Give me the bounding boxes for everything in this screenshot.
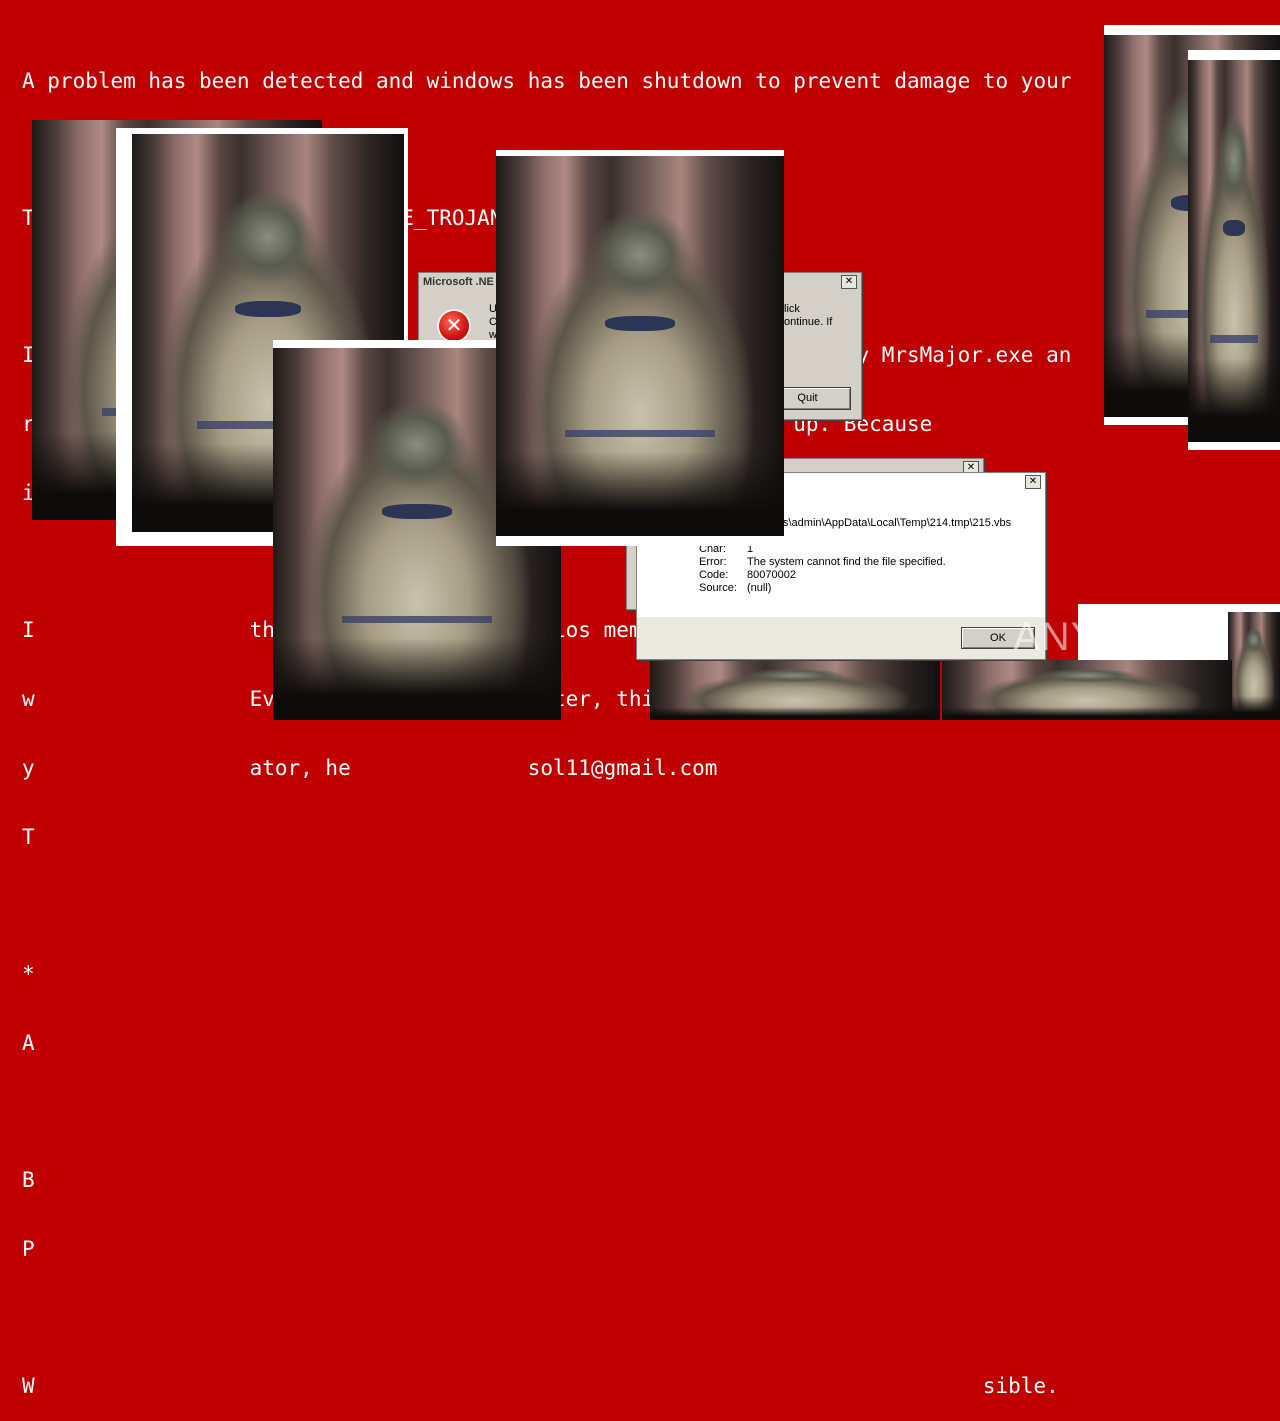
error-value: The system cannot find the file specifie… — [747, 556, 946, 568]
error-x-icon: ✕ — [439, 311, 469, 341]
watermark-right: RUN — [1140, 615, 1230, 659]
doll-photo — [1188, 50, 1280, 450]
source-value: (null) — [747, 582, 772, 594]
script-path: s\admin\AppData\Local\Temp\214.tmp\215.v… — [783, 517, 1012, 529]
close-icon[interactable]: ✕ — [1025, 475, 1041, 489]
bsod-line: B — [22, 1168, 35, 1192]
bsod-line: y ator, he sol11@gmail.com — [22, 756, 718, 780]
bsod-line: P — [22, 1237, 35, 1261]
watermark-left: ANY — [1013, 615, 1099, 659]
bsod-line: W sible. — [22, 1374, 1059, 1398]
bsod-line: A — [22, 1031, 35, 1055]
anyrun-watermark: ANY RUN — [1013, 615, 1230, 660]
play-icon — [1104, 621, 1135, 658]
bsod-line: A problem has been detected and windows … — [22, 69, 1072, 93]
doll-photo — [496, 150, 784, 546]
doll-photo — [650, 660, 940, 720]
source-label: Source: — [699, 582, 737, 594]
bsod-line: T — [22, 825, 35, 849]
code-label: Code: — [699, 569, 729, 581]
doll-photo — [942, 660, 1232, 720]
code-value: 80070002 — [747, 569, 796, 581]
bsod-line: * — [22, 962, 35, 986]
error-label: Error: — [699, 556, 727, 568]
dialog-text-right: lick ontinue. If — [784, 303, 833, 328]
close-icon[interactable]: ✕ — [841, 275, 857, 289]
